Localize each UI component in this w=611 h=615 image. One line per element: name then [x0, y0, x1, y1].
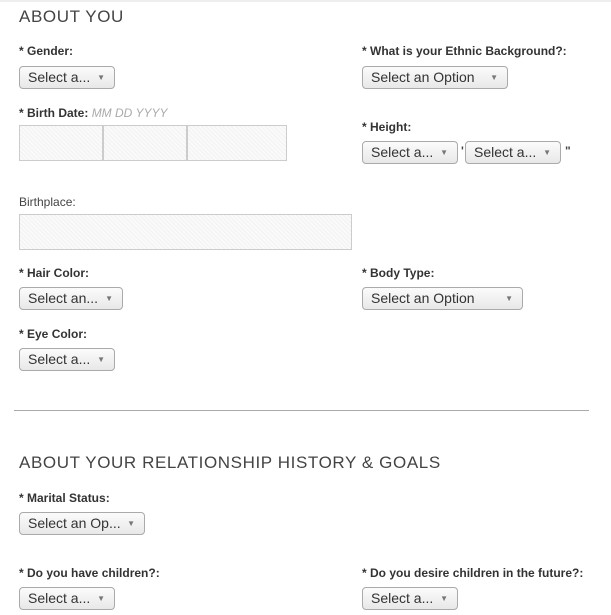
chevron-down-icon: ▼	[440, 148, 448, 157]
section-divider	[14, 410, 589, 411]
hair-color-select[interactable]: Select an... ▼	[19, 287, 123, 310]
height-inches-select-value: Select a...	[474, 144, 537, 160]
inches-mark: "	[565, 144, 571, 158]
chevron-down-icon: ▼	[127, 519, 135, 528]
eye-color-select-value: Select a...	[28, 351, 91, 367]
feet-mark: '	[461, 144, 464, 158]
gender-label: * Gender:	[19, 44, 74, 58]
birth-day-input[interactable]	[103, 125, 187, 161]
chevron-down-icon: ▼	[505, 294, 513, 303]
ethnic-background-select-value: Select an Option	[371, 69, 475, 85]
birth-date-label-text: * Birth Date:	[19, 106, 89, 120]
marital-status-select[interactable]: Select an Op... ▼	[19, 512, 145, 535]
marital-status-label: * Marital Status:	[19, 491, 110, 505]
height-feet-select-value: Select a...	[371, 144, 434, 160]
birthplace-label: Birthplace:	[19, 195, 76, 209]
height-feet-select[interactable]: Select a... ▼	[362, 141, 458, 164]
top-border	[0, 0, 611, 2]
height-inches-select[interactable]: Select a... ▼	[465, 141, 561, 164]
chevron-down-icon: ▼	[97, 594, 105, 603]
chevron-down-icon: ▼	[490, 73, 498, 82]
hair-color-label: * Hair Color:	[19, 266, 90, 280]
ethnic-background-label: * What is your Ethnic Background?:	[362, 44, 567, 58]
chevron-down-icon: ▼	[105, 294, 113, 303]
birthplace-input[interactable]	[19, 214, 352, 250]
birth-date-format-hint: MM DD YYYY	[91, 106, 168, 120]
section-title-relationship: ABOUT YOUR RELATIONSHIP HISTORY & GOALS	[19, 453, 441, 472]
desire-children-select-value: Select a...	[371, 590, 434, 606]
chevron-down-icon: ▼	[543, 148, 551, 157]
desire-children-label: * Do you desire children in the future?:	[362, 566, 584, 580]
hair-color-select-value: Select an...	[28, 290, 99, 306]
body-type-select[interactable]: Select an Option ▼	[362, 287, 523, 310]
section-title-about-you: ABOUT YOU	[19, 7, 124, 26]
have-children-select-value: Select a...	[28, 590, 91, 606]
gender-select[interactable]: Select a... ▼	[19, 66, 115, 89]
desire-children-select[interactable]: Select a... ▼	[362, 587, 458, 610]
eye-color-select[interactable]: Select a... ▼	[19, 348, 115, 371]
birth-month-input[interactable]	[19, 125, 103, 161]
have-children-select[interactable]: Select a... ▼	[19, 587, 115, 610]
gender-select-value: Select a...	[28, 69, 91, 85]
birth-year-input[interactable]	[187, 125, 287, 161]
chevron-down-icon: ▼	[97, 73, 105, 82]
body-type-select-value: Select an Option	[371, 290, 475, 306]
chevron-down-icon: ▼	[440, 594, 448, 603]
height-label: * Height:	[362, 120, 412, 134]
ethnic-background-select[interactable]: Select an Option ▼	[362, 66, 508, 89]
birth-date-label: * Birth Date: MM DD YYYY	[19, 106, 167, 120]
eye-color-label: * Eye Color:	[19, 327, 88, 341]
body-type-label: * Body Type:	[362, 266, 435, 280]
have-children-label: * Do you have children?:	[19, 566, 160, 580]
chevron-down-icon: ▼	[97, 355, 105, 364]
marital-status-select-value: Select an Op...	[28, 515, 121, 531]
